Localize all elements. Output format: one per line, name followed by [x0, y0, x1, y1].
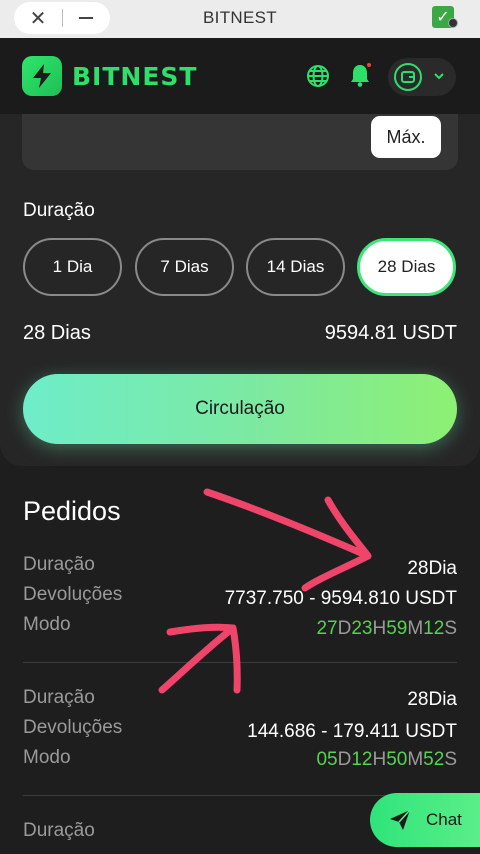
badge-dot — [448, 18, 458, 28]
orders-title: Pedidos — [23, 496, 121, 526]
annotation-arrow — [203, 488, 372, 560]
wallet-button[interactable] — [388, 58, 456, 96]
logo-text: BITNEST — [72, 61, 198, 91]
chat-label: Chat — [426, 810, 462, 829]
order-timer: 05D12H50M52S — [316, 749, 457, 770]
logo-icon — [22, 56, 62, 96]
app-header: BITNEST — [0, 38, 480, 114]
browser-title: BITNEST — [203, 8, 277, 27]
duration-label: Duração — [23, 687, 95, 708]
order-returns: 7737.750 - 9594.810 USDT — [224, 588, 457, 609]
chevron-down-icon — [434, 72, 444, 83]
browser-bar: ✕ BITNEST ✓ — [0, 0, 480, 38]
order-returns: 144.686 - 179.411 USDT — [247, 721, 457, 742]
logo[interactable]: BITNEST — [22, 56, 197, 96]
duration-option-28[interactable]: 28 Dias — [357, 238, 456, 296]
duration-option-14[interactable]: 14 Dias — [246, 238, 345, 296]
duration-label: Duração — [23, 554, 95, 575]
send-icon — [390, 809, 411, 830]
globe-icon[interactable] — [306, 64, 330, 88]
duration-label: Duração — [23, 820, 95, 841]
mode-label: Modo — [23, 614, 71, 635]
bell-icon[interactable] — [348, 62, 372, 88]
returns-label: Devoluções — [23, 717, 123, 738]
circulation-button[interactable]: Circulação — [23, 374, 457, 444]
mode-label: Modo — [23, 747, 71, 768]
order-timer: 27D23H59M12S — [316, 618, 457, 639]
duration-option-7[interactable]: 7 Dias — [135, 238, 234, 296]
summary-days: 28 Dias — [23, 322, 91, 344]
duration-label: Duração — [23, 200, 95, 221]
summary-amount: 9594.81 USDT — [324, 322, 457, 344]
duration-option-1[interactable]: 1 Dia — [23, 238, 122, 296]
chat-button[interactable]: Chat — [370, 793, 480, 847]
max-button[interactable]: Máx. — [371, 116, 441, 158]
divider — [23, 662, 457, 663]
wallet-icon — [394, 63, 422, 91]
order-duration: 28Dia — [407, 558, 457, 579]
order-duration: 28Dia — [407, 689, 457, 710]
returns-label: Devoluções — [23, 584, 123, 605]
